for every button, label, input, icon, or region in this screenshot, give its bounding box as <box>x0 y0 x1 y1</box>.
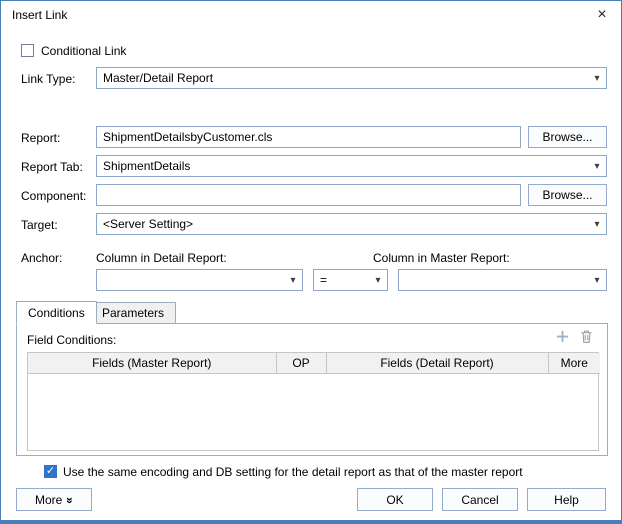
link-type-select[interactable]: Master/Detail Report ▾ <box>96 67 607 89</box>
encoding-checkbox[interactable]: ✓ <box>44 465 57 478</box>
col-op[interactable]: OP <box>276 353 326 373</box>
chevron-down-icon: ▾ <box>588 73 606 84</box>
component-label: Component: <box>21 189 86 203</box>
report-browse-button[interactable]: Browse... <box>528 126 607 148</box>
titlebar: Insert Link × <box>1 1 621 29</box>
report-label: Report: <box>21 131 60 145</box>
component-input[interactable] <box>96 184 521 206</box>
target-label: Target: <box>21 218 58 232</box>
chevron-down-icon: ▾ <box>284 275 302 286</box>
field-conditions-label: Field Conditions: <box>27 333 116 347</box>
col-fields-detail[interactable]: Fields (Detail Report) <box>326 353 548 373</box>
tab-parameters[interactable]: Parameters <box>90 302 176 324</box>
tab-conditions-label: Conditions <box>28 306 85 320</box>
column-master-label: Column in Master Report: <box>373 251 510 265</box>
component-browse-label: Browse... <box>542 188 592 202</box>
anchor-label: Anchor: <box>21 251 62 265</box>
report-input[interactable] <box>96 126 521 148</box>
ok-button[interactable]: OK <box>357 488 433 511</box>
conditional-link-label: Conditional Link <box>41 44 126 58</box>
cancel-button[interactable]: Cancel <box>442 488 518 511</box>
chevron-double-down-icon: » <box>63 497 77 503</box>
col-more[interactable]: More <box>548 353 600 373</box>
report-browse-label: Browse... <box>542 130 592 144</box>
help-button-label: Help <box>554 493 579 507</box>
close-button[interactable]: × <box>585 1 619 28</box>
link-type-label: Link Type: <box>21 72 75 86</box>
target-value: <Server Setting> <box>97 217 588 231</box>
column-master-select[interactable]: ▾ <box>398 269 607 291</box>
field-conditions-table: Fields (Master Report) OP Fields (Detail… <box>27 352 599 451</box>
more-button[interactable]: More » <box>16 488 92 511</box>
more-button-label: More <box>35 493 62 507</box>
check-icon: ✓ <box>46 466 55 477</box>
chevron-down-icon: ▾ <box>588 219 606 230</box>
delete-condition-button[interactable] <box>577 329 595 347</box>
column-detail-label: Column in Detail Report: <box>96 251 227 265</box>
tab-conditions[interactable]: Conditions <box>16 301 97 324</box>
encoding-checkbox-label: Use the same encoding and DB setting for… <box>63 465 523 479</box>
insert-link-dialog: Insert Link × ✓ Conditional Link Link Ty… <box>0 0 622 524</box>
anchor-operator-value: = <box>314 273 369 287</box>
target-select[interactable]: <Server Setting> ▾ <box>96 213 607 235</box>
tab-parameters-label: Parameters <box>102 306 164 320</box>
close-icon: × <box>597 6 606 24</box>
chevron-down-icon: ▾ <box>369 275 387 286</box>
col-fields-master[interactable]: Fields (Master Report) <box>28 353 276 373</box>
column-detail-select[interactable]: ▾ <box>96 269 303 291</box>
conditional-link-checkbox[interactable]: ✓ <box>21 44 34 57</box>
chevron-down-icon: ▾ <box>588 161 606 172</box>
help-button[interactable]: Help <box>527 488 606 511</box>
plus-icon <box>555 329 570 347</box>
dialog-title: Insert Link <box>12 8 67 22</box>
anchor-operator-select[interactable]: = ▾ <box>313 269 388 291</box>
table-header-row: Fields (Master Report) OP Fields (Detail… <box>28 353 600 373</box>
link-type-value: Master/Detail Report <box>97 71 588 85</box>
report-tab-select[interactable]: ShipmentDetails ▾ <box>96 155 607 177</box>
report-tab-label: Report Tab: <box>21 160 83 174</box>
cancel-button-label: Cancel <box>461 493 498 507</box>
report-tab-value: ShipmentDetails <box>97 159 588 173</box>
add-condition-button[interactable] <box>553 329 571 347</box>
trash-icon <box>579 329 594 347</box>
conditions-panel: Field Conditions: Fields (Master Report)… <box>16 323 608 456</box>
ok-button-label: OK <box>386 493 403 507</box>
chevron-down-icon: ▾ <box>588 275 606 286</box>
component-browse-button[interactable]: Browse... <box>528 184 607 206</box>
field-conditions-table-body[interactable] <box>28 374 598 450</box>
